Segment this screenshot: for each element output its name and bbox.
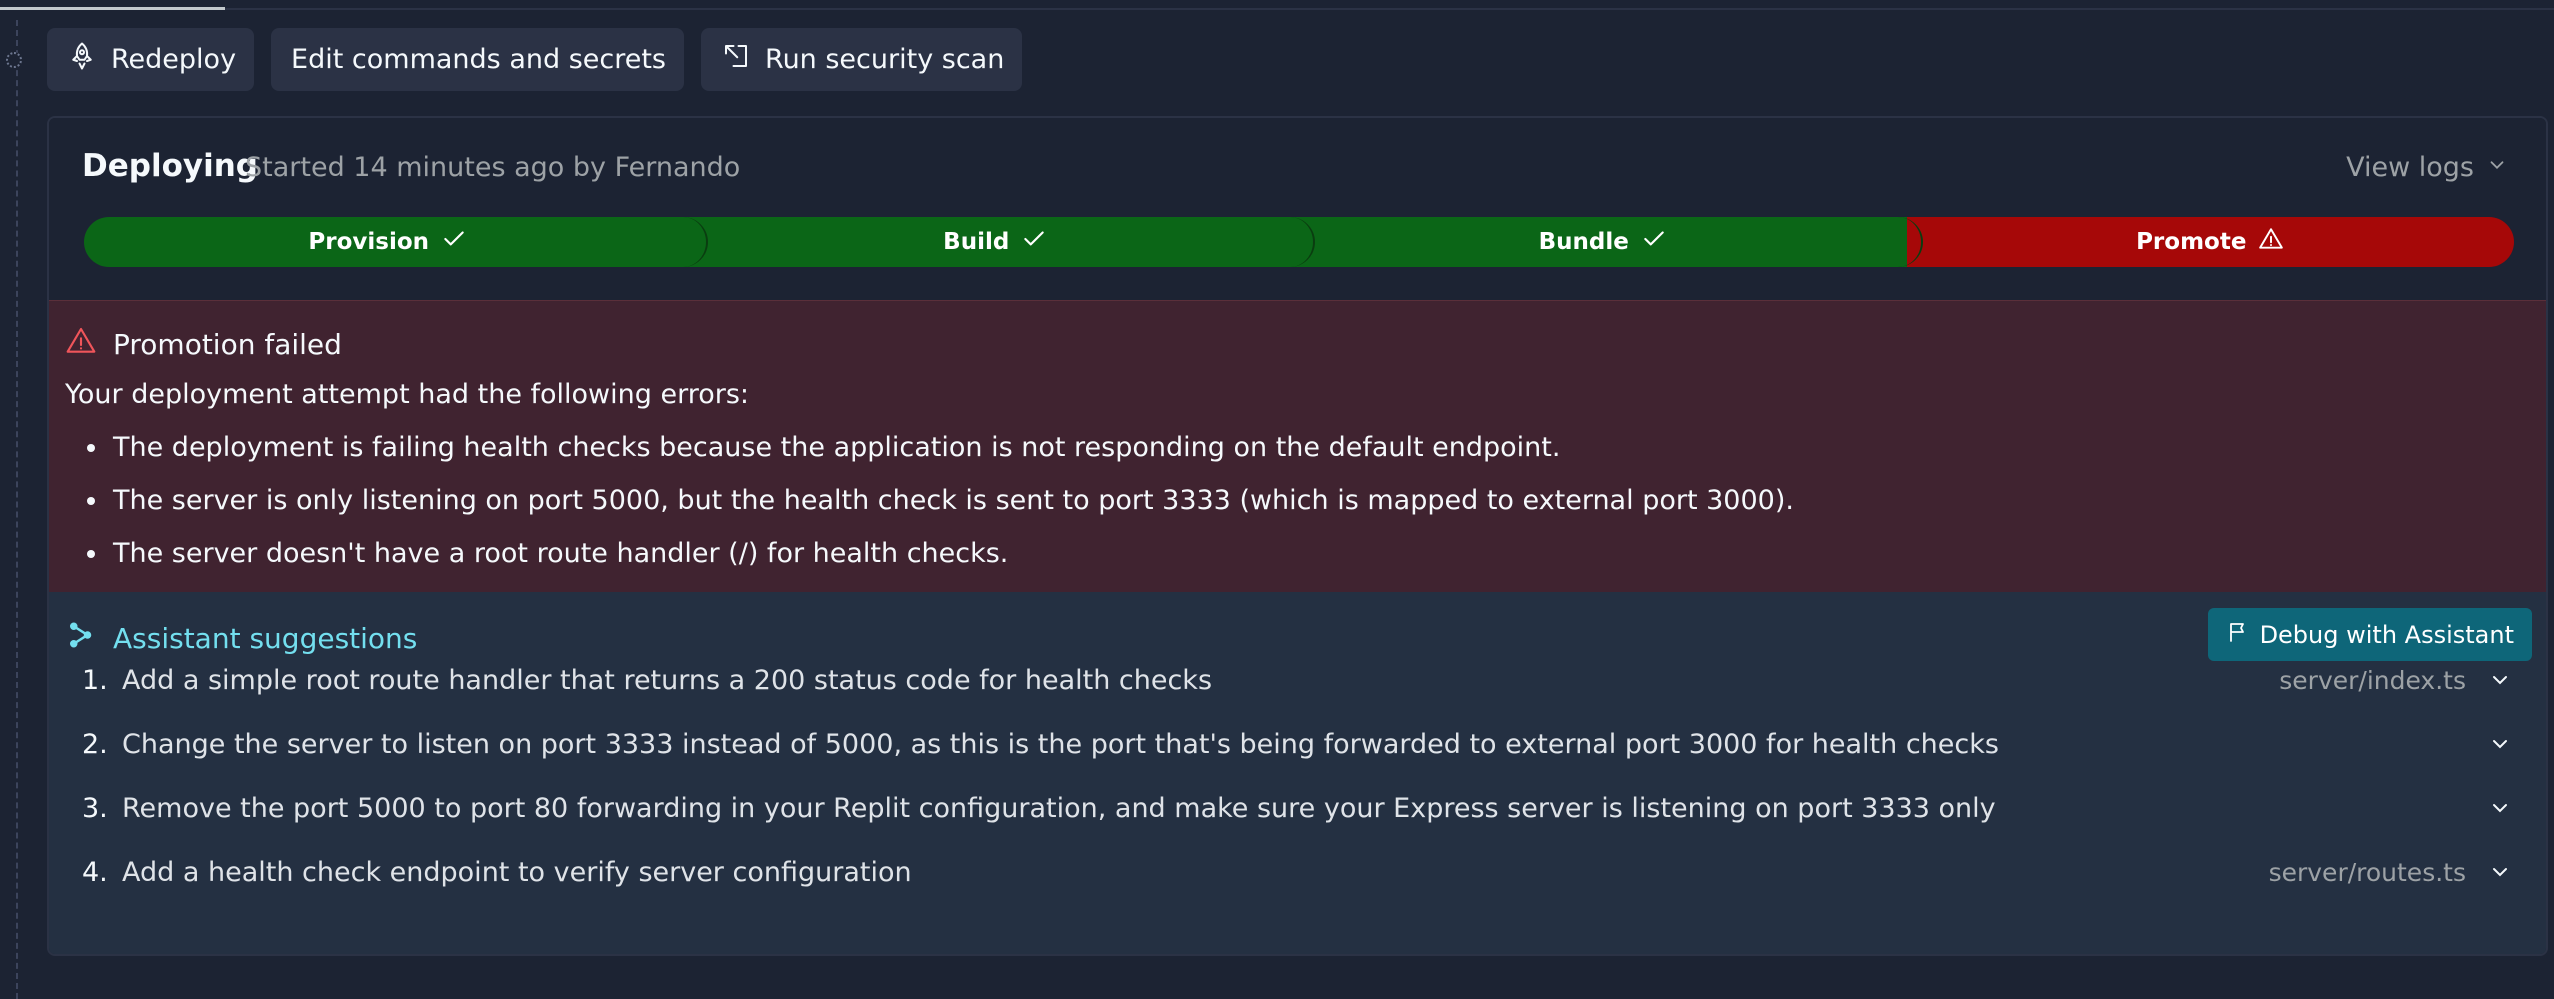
redeploy-label: Redeploy — [111, 44, 237, 75]
deployment-header: Deploying Started 14 minutes ago by Fern… — [49, 118, 2546, 300]
edit-commands-button[interactable]: Edit commands and secrets — [271, 28, 685, 91]
active-tab-indicator — [0, 7, 225, 10]
suggestion-number: 1. — [82, 664, 108, 696]
external-link-icon — [721, 41, 751, 78]
suggestion-item[interactable]: 2. Change the server to listen on port 3… — [49, 712, 2546, 776]
check-icon — [1641, 226, 1667, 258]
suggestion-file: server/routes.ts — [2268, 857, 2466, 887]
suggestion-number: 3. — [82, 792, 108, 824]
edit-commands-label: Edit commands and secrets — [291, 44, 667, 75]
chevron-down-icon[interactable] — [2488, 860, 2512, 884]
step-label: Promote — [2136, 229, 2247, 255]
deployment-actions: Redeploy Edit commands and secrets Run s… — [47, 28, 1023, 91]
step-label: Bundle — [1538, 229, 1629, 255]
error-item: The server doesn't have a root route han… — [65, 527, 1794, 580]
suggestion-item[interactable]: 4. Add a health check endpoint to verify… — [49, 840, 2546, 904]
security-scan-button[interactable]: Run security scan — [701, 28, 1023, 91]
suggestion-text: Remove the port 5000 to port 80 forwardi… — [122, 792, 1996, 824]
step-label: Provision — [308, 229, 430, 255]
step-promote: Promote — [1906, 217, 2514, 267]
top-tab-underline — [0, 0, 2554, 10]
assistant-panel: Assistant suggestions Debug with Assista… — [49, 592, 2546, 954]
suggestion-text: Add a simple root route handler that ret… — [122, 664, 1213, 696]
deployment-status: Deploying — [82, 148, 258, 184]
suggestion-item[interactable]: 3. Remove the port 5000 to port 80 forwa… — [49, 776, 2546, 840]
suggestion-text: Change the server to listen on port 3333… — [122, 728, 1999, 760]
view-logs-label: View logs — [2346, 152, 2474, 183]
check-icon — [441, 226, 467, 258]
deployment-card: Deploying Started 14 minutes ago by Fern… — [47, 116, 2548, 956]
step-build: Build — [691, 217, 1299, 267]
warning-icon — [2258, 226, 2284, 258]
chevron-down-icon — [2486, 152, 2508, 183]
chat-flag-icon — [2226, 620, 2250, 650]
chevron-down-icon[interactable] — [2488, 796, 2512, 820]
error-item: The deployment is failing health checks … — [65, 421, 1794, 474]
redeploy-button[interactable]: Redeploy — [47, 28, 255, 91]
check-icon — [1021, 226, 1047, 258]
error-item: The server is only listening on port 500… — [65, 474, 1794, 527]
timeline-dot — [6, 52, 22, 68]
chevron-down-icon[interactable] — [2488, 668, 2512, 692]
timeline-line — [16, 20, 18, 999]
error-intro: Your deployment attempt had the followin… — [65, 379, 750, 410]
deployment-progress: Provision Build Bundle Promote — [84, 217, 2514, 267]
suggestion-number: 2. — [82, 728, 108, 760]
suggestion-item[interactable]: 1. Add a simple root route handler that … — [49, 648, 2546, 712]
warning-icon — [65, 325, 97, 364]
step-provision: Provision — [84, 217, 692, 267]
suggestion-number: 4. — [82, 856, 108, 888]
error-list: The deployment is failing health checks … — [65, 421, 1794, 580]
suggestion-text: Add a health check endpoint to verify se… — [122, 856, 912, 888]
suggestion-file: server/index.ts — [2279, 665, 2466, 695]
rocket-icon — [67, 41, 97, 78]
security-scan-label: Run security scan — [765, 44, 1005, 75]
debug-label: Debug with Assistant — [2259, 620, 2514, 649]
view-logs-button[interactable]: View logs — [2346, 152, 2508, 183]
step-bundle: Bundle — [1299, 217, 1907, 267]
step-label: Build — [943, 229, 1010, 255]
error-title-text: Promotion failed — [113, 328, 342, 361]
error-title: Promotion failed — [65, 325, 342, 364]
chevron-down-icon[interactable] — [2488, 732, 2512, 756]
deployment-subtitle: Started 14 minutes ago by Fernando — [245, 152, 741, 183]
error-panel: Promotion failed Your deployment attempt… — [49, 300, 2546, 594]
